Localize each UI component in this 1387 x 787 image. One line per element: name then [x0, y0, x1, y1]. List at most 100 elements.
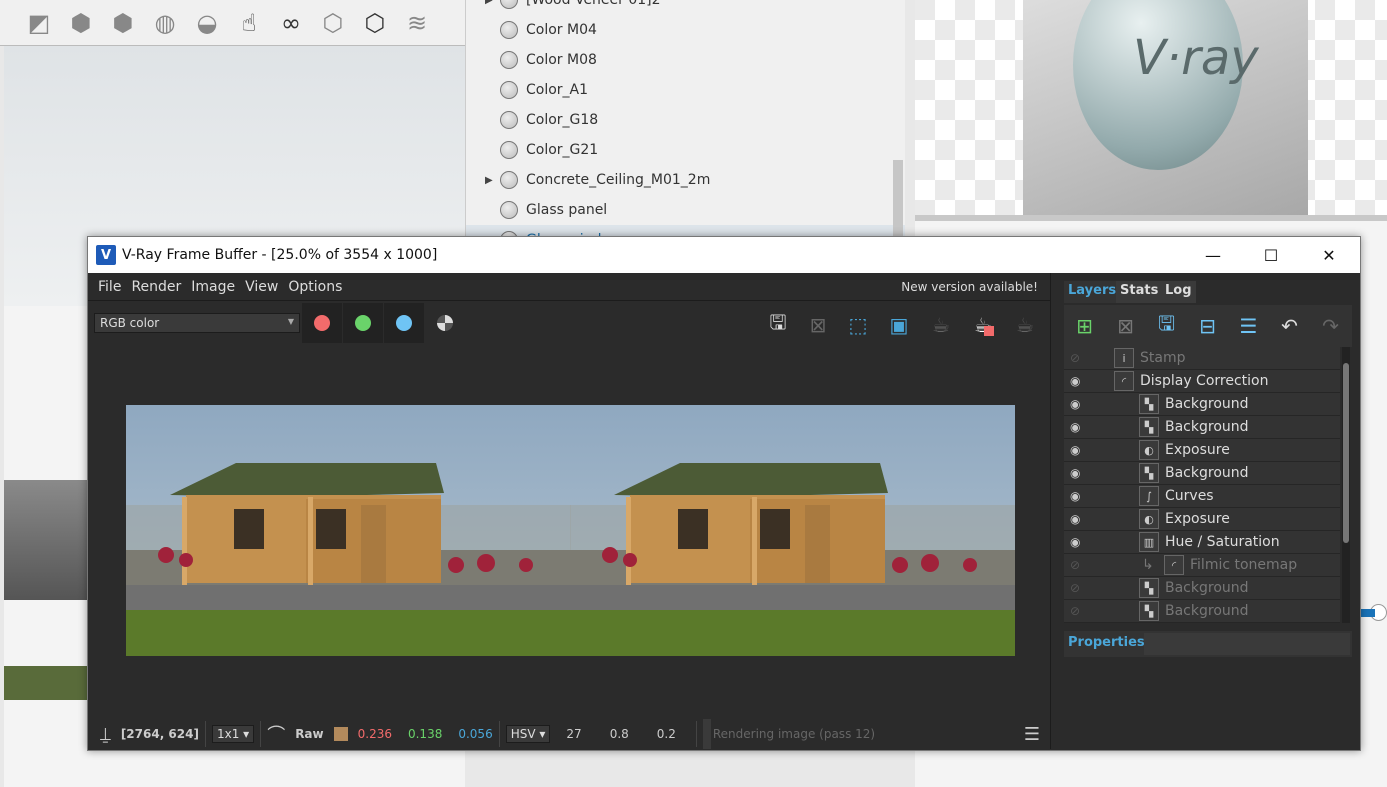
layer-label: Display Correction: [1140, 373, 1269, 389]
expand-arrow-icon[interactable]: ▶: [485, 0, 493, 6]
menu-options[interactable]: Options: [288, 279, 342, 295]
log-icon[interactable]: ☰: [1024, 724, 1040, 745]
infinite-plane-icon[interactable]: ∞: [274, 6, 308, 40]
tab-log[interactable]: Log: [1161, 281, 1196, 303]
clear-icon[interactable]: ⊠: [803, 311, 833, 339]
import-cube-icon[interactable]: ⬡: [316, 6, 350, 40]
raw-label[interactable]: Raw: [295, 727, 323, 741]
b-value: 0.056: [458, 727, 493, 741]
sphere-half-icon[interactable]: ◒: [190, 6, 224, 40]
teapot-render-icon[interactable]: ☕: [1010, 311, 1040, 339]
teapot-stop-icon[interactable]: ☕: [968, 311, 998, 339]
layer-item[interactable]: ⊘ i Stamp: [1064, 347, 1340, 370]
frame-icon[interactable]: ▣: [884, 311, 914, 339]
material-item[interactable]: ▶ [Wood Veneer 01]2: [466, 0, 905, 15]
eye-icon[interactable]: ◉: [1070, 535, 1086, 549]
layer-item[interactable]: ⊘ ↳ ◜ Filmic tonemap: [1064, 554, 1340, 577]
sphere-checker-icon[interactable]: ◍: [148, 6, 182, 40]
eye-icon[interactable]: ◉: [1070, 512, 1086, 526]
cube-checker-2-icon[interactable]: ⬢: [106, 6, 140, 40]
layer-label: Stamp: [1140, 350, 1186, 366]
export-cube-icon[interactable]: ⬡: [358, 6, 392, 40]
curve-icon[interactable]: ⌒: [267, 721, 285, 747]
undo-icon[interactable]: ↶: [1269, 314, 1310, 338]
grass-icon[interactable]: ≋: [400, 6, 434, 40]
layer-label: Curves: [1165, 488, 1214, 504]
eye-hidden-icon[interactable]: ⊘: [1070, 351, 1086, 365]
green-channel-button[interactable]: [343, 303, 383, 343]
material-item[interactable]: Color_A1: [466, 75, 905, 105]
save-layers-icon[interactable]: 🖫: [1146, 309, 1187, 343]
eye-icon[interactable]: ◉: [1070, 489, 1086, 503]
title-bar[interactable]: V V-Ray Frame Buffer - [25.0% of 3554 x …: [88, 237, 1360, 273]
eye-hidden-icon[interactable]: ⊘: [1070, 581, 1086, 595]
render-image[interactable]: [126, 405, 1015, 656]
layer-item[interactable]: ⊘ ▚ Background: [1064, 577, 1340, 600]
layer-item[interactable]: ◉ ▚ Background: [1064, 393, 1340, 416]
menu-image[interactable]: Image: [191, 279, 235, 295]
material-item[interactable]: Color M04: [466, 15, 905, 45]
layer-item[interactable]: ◉ ▥ Hue / Saturation: [1064, 531, 1340, 554]
diagonal-material-icon[interactable]: ◩: [22, 6, 56, 40]
add-layer-icon[interactable]: ⊞: [1064, 314, 1105, 338]
material-ball-icon: [500, 0, 518, 9]
maximize-button[interactable]: ☐: [1242, 237, 1300, 273]
layer-item[interactable]: ◉ ▚ Background: [1064, 416, 1340, 439]
material-item[interactable]: Color M08: [466, 45, 905, 75]
redo-icon[interactable]: ↷: [1310, 314, 1351, 338]
load-layers-icon[interactable]: ⊟: [1187, 314, 1228, 338]
eye-icon[interactable]: ◉: [1070, 374, 1086, 388]
material-label: [Wood Veneer 01]2: [526, 0, 661, 8]
material-label: Color_A1: [526, 82, 589, 98]
close-button[interactable]: ✕: [1300, 237, 1358, 273]
eye-icon[interactable]: ◉: [1070, 466, 1086, 480]
list-icon[interactable]: ☰: [1228, 314, 1269, 338]
scrollbar-thumb[interactable]: [1343, 363, 1349, 543]
layer-item[interactable]: ◉ ▚ Background: [1064, 462, 1340, 485]
region-render-icon[interactable]: ⬚: [843, 311, 873, 339]
material-item[interactable]: Color_G18: [466, 105, 905, 135]
red-channel-button[interactable]: [302, 303, 342, 343]
window-title: V-Ray Frame Buffer - [25.0% of 3554 x 10…: [122, 247, 438, 263]
layer-item[interactable]: ◉ ◜ Display Correction: [1064, 370, 1340, 393]
colorspace-value: HSV: [510, 727, 536, 741]
menu-render[interactable]: Render: [131, 279, 181, 295]
layers-panel: Layers Stats Log ⊞ ⊠ 🖫 ⊟ ☰ ↶ ↷ ⊘ i Stamp ◉ ◜…: [1060, 277, 1360, 749]
material-item[interactable]: Glass panel: [466, 195, 905, 225]
menu-file[interactable]: File: [98, 279, 121, 295]
layer-item[interactable]: ◉ ◐ Exposure: [1064, 439, 1340, 462]
expand-arrow-icon[interactable]: ▶: [485, 175, 493, 186]
layers-scrollbar[interactable]: [1342, 347, 1350, 623]
blue-channel-button[interactable]: [384, 303, 424, 343]
channel-select[interactable]: RGB color ▼: [94, 313, 300, 333]
tab-stats[interactable]: Stats: [1116, 281, 1163, 303]
cube-checker-icon[interactable]: ⬢: [64, 6, 98, 40]
minimize-button[interactable]: —: [1184, 237, 1242, 273]
menu-view[interactable]: View: [245, 279, 278, 295]
colorspace-select[interactable]: HSV ▾: [505, 725, 551, 743]
delete-layer-icon[interactable]: ⊠: [1105, 314, 1146, 338]
layer-item[interactable]: ◉ ∫ Curves: [1064, 485, 1340, 508]
cube-hand-icon[interactable]: ☝: [232, 6, 266, 40]
layer-item[interactable]: ⊘ ▚ Background: [1064, 600, 1340, 623]
eye-icon[interactable]: ◉: [1070, 397, 1086, 411]
channel-toolbar: RGB color ▼ 🖫 ⊠ ⬚ ▣ ☕ ☕ ☕: [88, 303, 1050, 343]
layer-item[interactable]: ◉ ◐ Exposure: [1064, 508, 1340, 531]
new-version-link[interactable]: New version available!: [901, 280, 1038, 294]
mono-channel-button[interactable]: [425, 303, 465, 343]
status-message: Rendering image (pass 12): [712, 727, 876, 741]
material-item[interactable]: ▶ Concrete_Ceiling_M01_2m: [466, 165, 905, 195]
eye-hidden-icon[interactable]: ⊘: [1070, 604, 1086, 618]
eye-hidden-icon[interactable]: ⊘: [1070, 558, 1086, 572]
tab-layers[interactable]: Layers: [1064, 281, 1121, 303]
teapot-interactive-icon[interactable]: ☕: [926, 311, 956, 339]
lock-coords-icon[interactable]: ⍊: [100, 724, 111, 745]
eye-icon[interactable]: ◉: [1070, 420, 1086, 434]
material-ball-icon: [500, 201, 518, 219]
eye-icon[interactable]: ◉: [1070, 443, 1086, 457]
panel-splitter[interactable]: [1050, 273, 1060, 749]
save-icon[interactable]: 🖫: [763, 310, 793, 339]
materials-scrollbar[interactable]: [893, 160, 903, 236]
material-item[interactable]: Color_G21: [466, 135, 905, 165]
zoom-select[interactable]: 1x1 ▾: [211, 725, 255, 743]
